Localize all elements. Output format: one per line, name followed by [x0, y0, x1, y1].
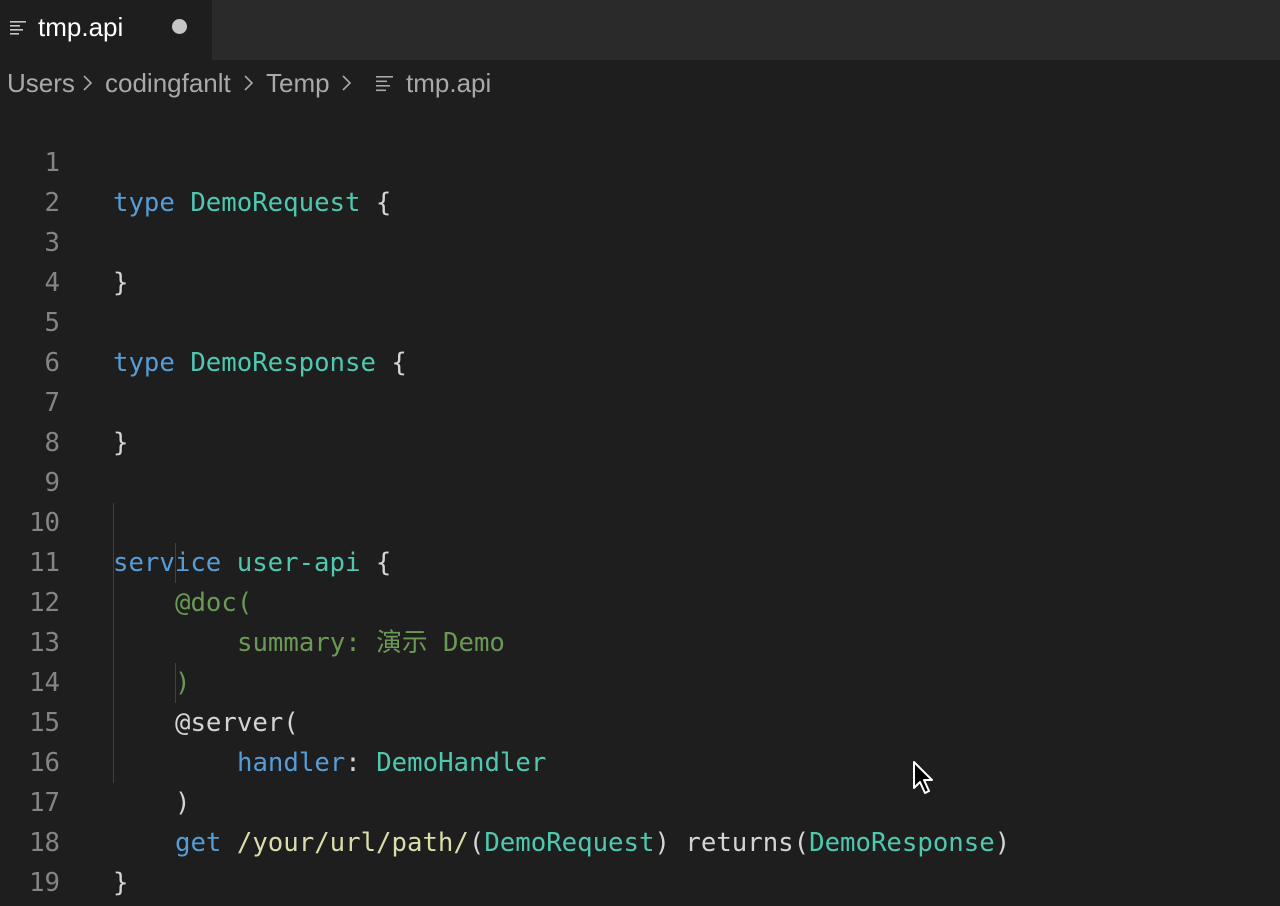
code-line[interactable]: 5 type DemoResponse { [0, 263, 1280, 378]
code-line[interactable]: 4 [0, 223, 1280, 298]
code-line[interactable]: 11 @doc( [0, 503, 1280, 618]
code-line[interactable]: 12 summary: 演示 Demo [0, 543, 1280, 658]
file-lines-icon [376, 76, 393, 92]
code-line[interactable]: 14 @server( [0, 623, 1280, 738]
breadcrumb-item-temp[interactable]: Temp [266, 67, 330, 99]
code-line[interactable]: 19 [0, 823, 1280, 898]
tab-bar: tmp.api [0, 0, 1280, 60]
code-line[interactable]: 9 [0, 423, 1280, 498]
unsaved-dot-icon[interactable] [172, 19, 187, 34]
tab-label: tmp.api [38, 12, 124, 42]
code-line[interactable]: 8 [0, 383, 1280, 458]
breadcrumb-item-codingfanlt[interactable]: codingfanlt [105, 67, 231, 99]
breadcrumb-item-file[interactable]: tmp.api [406, 67, 491, 99]
code-line[interactable]: 16 ) [0, 703, 1280, 818]
code-line[interactable]: 10 service user-api { [0, 463, 1280, 578]
chevron-right-icon [244, 75, 254, 91]
chevron-right-icon [342, 75, 352, 91]
code-line[interactable]: 18 } [0, 783, 1280, 898]
code-editor[interactable]: 1 type DemoRequest { 2 3 } 4 5 type Demo… [0, 103, 1280, 906]
code-line[interactable]: 6 [0, 303, 1280, 378]
breadcrumb: Users codingfanlt Temp tmp.api [0, 60, 1280, 106]
file-lines-icon [10, 21, 26, 35]
code-line[interactable]: 7 } [0, 343, 1280, 458]
code-line[interactable]: 13 ) [0, 583, 1280, 698]
code-line[interactable]: 20 [0, 863, 1280, 903]
code-line[interactable]: 17 get /your/url/path/(DemoRequest) retu… [0, 743, 1280, 858]
breadcrumb-item-users[interactable]: Users [7, 67, 75, 99]
code-line[interactable]: 15 handler: DemoHandler [0, 663, 1280, 778]
mouse-pointer-icon [913, 761, 933, 794]
chevron-right-icon [83, 75, 93, 91]
code-line[interactable]: 3 } [0, 183, 1280, 298]
code-line[interactable]: 1 type DemoRequest { [0, 103, 1280, 218]
code-line[interactable]: 2 [0, 143, 1280, 218]
tab-tmp-api[interactable]: tmp.api [0, 0, 212, 60]
